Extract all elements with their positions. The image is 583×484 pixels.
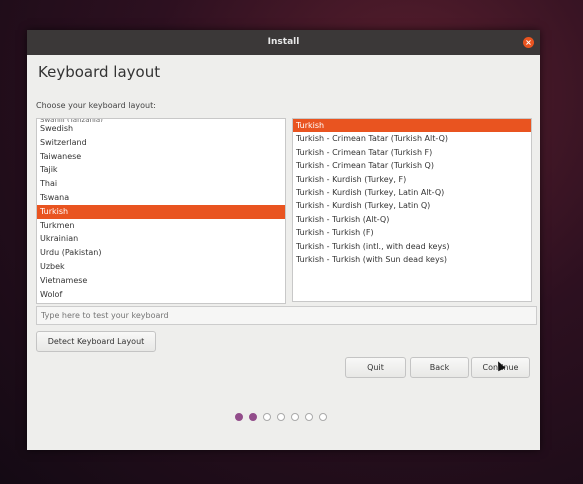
layout-prompt: Choose your keyboard layout: — [36, 101, 156, 110]
installer-window: Install × Keyboard layout Choose your ke… — [27, 30, 540, 450]
layout-list-item[interactable]: Turkish — [37, 204, 285, 219]
progress-dot — [319, 413, 327, 421]
variant-list-item[interactable]: Turkish — [293, 119, 531, 133]
progress-dot — [249, 413, 257, 421]
variant-list-item[interactable]: Turkish - Turkish (F) — [293, 226, 531, 239]
keyboard-test-input[interactable] — [36, 306, 537, 325]
detect-layout-button[interactable]: Detect Keyboard Layout — [36, 331, 156, 352]
layout-list-item[interactable]: Tajik — [37, 163, 285, 177]
titlebar: Install × — [27, 30, 540, 55]
layout-list-item[interactable]: Tswana — [37, 191, 285, 205]
progress-dot — [263, 413, 271, 421]
variant-list-item[interactable]: Turkish - Crimean Tatar (Turkish F) — [293, 146, 531, 159]
variant-list-item[interactable]: Turkish - Turkish (Alt-Q) — [293, 213, 531, 226]
progress-dot — [291, 413, 299, 421]
variant-list[interactable]: Turkish Turkish - Crimean Tatar (Turkish … — [292, 118, 532, 302]
progress-dot — [305, 413, 313, 421]
variant-list-item[interactable]: Turkish - Kurdish (Turkey, Latin Alt-Q) — [293, 186, 531, 199]
page-title: Keyboard layout — [38, 63, 161, 81]
layout-list-item[interactable]: Wolof — [37, 288, 285, 302]
layout-list-item[interactable]: Thai — [37, 177, 285, 191]
window-title: Install — [267, 37, 300, 47]
variant-list-item[interactable]: Turkish - Crimean Tatar (Turkish Q) — [293, 159, 531, 172]
variant-list-item[interactable]: Turkish - Crimean Tatar (Turkish Alt-Q) — [293, 132, 531, 145]
layout-list-item[interactable]: Uzbek — [37, 260, 285, 274]
variant-list-item[interactable]: Turkish - Turkish (intl., with dead keys… — [293, 240, 531, 253]
back-button[interactable]: Back — [410, 357, 469, 378]
progress-dot — [277, 413, 285, 421]
layout-list-item[interactable]: Vietnamese — [37, 274, 285, 288]
layout-list-item[interactable]: Turkmen — [37, 219, 285, 233]
quit-button[interactable]: Quit — [345, 357, 406, 378]
variant-list-item[interactable]: Turkish - Turkish (with Sun dead keys) — [293, 253, 531, 266]
layout-list-item[interactable]: Switzerland — [37, 136, 285, 150]
layout-list-item[interactable]: Urdu (Pakistan) — [37, 246, 285, 260]
progress-indicator — [235, 413, 327, 421]
layout-list-item[interactable]: Swedish — [37, 122, 285, 136]
progress-dot — [235, 413, 243, 421]
variant-list-item[interactable]: Turkish - Kurdish (Turkey, Latin Q) — [293, 199, 531, 212]
variant-list-item[interactable]: Turkish - Kurdish (Turkey, F) — [293, 173, 531, 186]
close-icon[interactable]: × — [523, 37, 534, 48]
layout-list-item[interactable]: Ukrainian — [37, 232, 285, 246]
layout-list[interactable]: Swahili (Tanzania) SwedishSwitzerlandTai… — [36, 118, 286, 304]
layout-list-item[interactable]: Taiwanese — [37, 150, 285, 164]
